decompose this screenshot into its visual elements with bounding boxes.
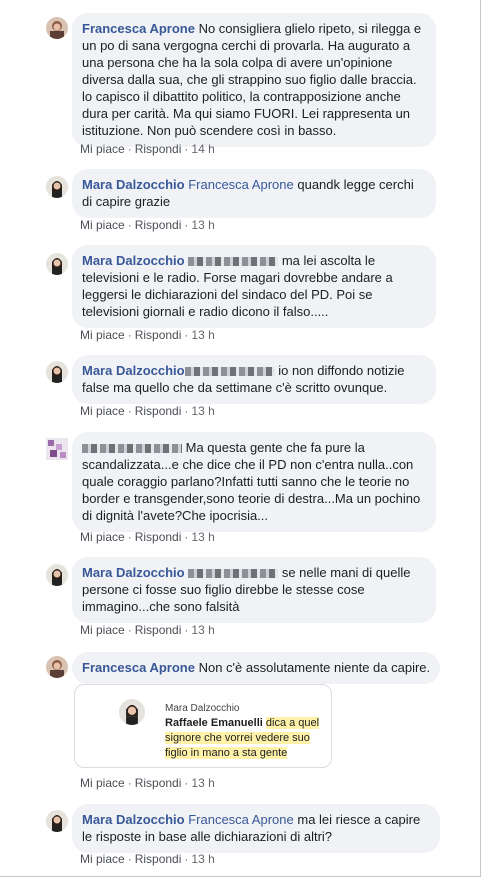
like-link[interactable]: Mi piace [80,404,125,418]
reply-link[interactable]: Rispondi [135,142,182,156]
like-link[interactable]: Mi piace [80,328,125,342]
redacted-mention [188,569,279,579]
mention-link[interactable]: Francesca Aprone [188,177,294,192]
comment-actions: Mi piace · Rispondi · 13 h [80,852,215,866]
avatar[interactable] [46,810,68,832]
like-link[interactable]: Mi piace [80,852,125,866]
comment-actions: Mi piace · Rispondi · 13 h [80,404,215,418]
avatar[interactable] [46,253,68,275]
avatar[interactable] [46,564,68,586]
timestamp[interactable]: 13 h [191,404,214,418]
reply-link[interactable]: Rispondi [135,404,182,418]
comment-bubble: Mara Dalzocchio io non diffondo notizie … [72,355,436,404]
timestamp[interactable]: 13 h [191,852,214,866]
avatar [119,699,145,725]
comment-actions: Mi piace · Rispondi · 13 h [80,530,215,544]
comment-author[interactable]: Mara Dalzocchio [82,253,185,268]
comment-author[interactable]: Mara Dalzocchio [82,565,185,580]
avatar[interactable] [46,656,68,678]
attached-image[interactable]: Mara Dalzocchio Raffaele Emanuelli dica … [74,684,332,768]
reply-link[interactable]: Rispondi [135,218,182,232]
comment-actions: Mi piace · Rispondi · 13 h [80,623,215,637]
reply-link[interactable]: Rispondi [135,530,182,544]
comment-author[interactable]: Mara Dalzocchio [82,812,185,827]
quoted-mention: Raffaele Emanuelli [165,717,263,729]
reply-link[interactable]: Rispondi [135,852,182,866]
comment-text: Non c'è assolutamente niente da capire. [198,660,431,675]
comment-actions: Mi piace · Rispondi · 13 h [80,218,215,232]
comment-actions: Mi piace · Rispondi · 14 h [80,142,215,156]
like-link[interactable]: Mi piace [80,142,125,156]
like-link[interactable]: Mi piace [80,218,125,232]
comment-actions: Mi piace · Rispondi · 13 h [80,328,215,342]
comment-author[interactable]: Francesca Aprone [82,21,195,36]
comment-author[interactable]: Mara Dalzocchio [82,363,185,378]
like-link[interactable]: Mi piace [80,530,125,544]
timestamp[interactable]: 13 h [191,218,214,232]
timestamp[interactable]: 13 h [191,776,214,790]
reply-link[interactable]: Rispondi [135,776,182,790]
comment-text: No consigliera glielo ripeto, si rilegga… [82,21,422,138]
comment-bubble: Francesca Aprone No consigliera glielo r… [72,13,436,147]
quoted-comment: Mara Dalzocchio Raffaele Emanuelli dica … [165,685,325,761]
comment-author[interactable]: Mara Dalzocchio [82,177,185,192]
timestamp[interactable]: 13 h [191,623,214,637]
avatar[interactable] [46,17,68,39]
reply-link[interactable]: Rispondi [135,328,182,342]
like-link[interactable]: Mi piace [80,776,125,790]
redacted-mention [188,257,279,267]
timestamp[interactable]: 13 h [191,530,214,544]
avatar[interactable] [46,361,68,383]
mention-link[interactable]: Francesca Aprone [188,812,294,827]
comment-bubble: Mara Dalzocchio se nelle mani di quelle … [72,557,436,623]
timestamp[interactable]: 13 h [191,328,214,342]
redacted-mention [184,367,275,377]
timestamp[interactable]: 14 h [191,142,214,156]
avatar[interactable] [46,176,68,198]
quoted-author: Mara Dalzocchio [165,703,240,714]
like-link[interactable]: Mi piace [80,623,125,637]
avatar[interactable] [46,438,68,460]
comment-bubble: Mara Dalzocchio ma lei ascolta le televi… [72,245,436,328]
comment-actions: Mi piace · Rispondi · 13 h [80,776,215,790]
comment-author[interactable]: Francesca Aprone [82,660,195,675]
comment-bubble: Francesca Aprone Non c'è assolutamente n… [72,652,441,684]
redacted-author [82,444,182,454]
comment-bubble: Mara Dalzocchio Francesca Aprone ma lei … [72,804,440,853]
comment-bubble: Ma questa gente che fa pure la scandaliz… [72,432,436,532]
reply-link[interactable]: Rispondi [135,623,182,637]
comment-bubble: Mara Dalzocchio Francesca Aprone quandk … [72,169,436,218]
